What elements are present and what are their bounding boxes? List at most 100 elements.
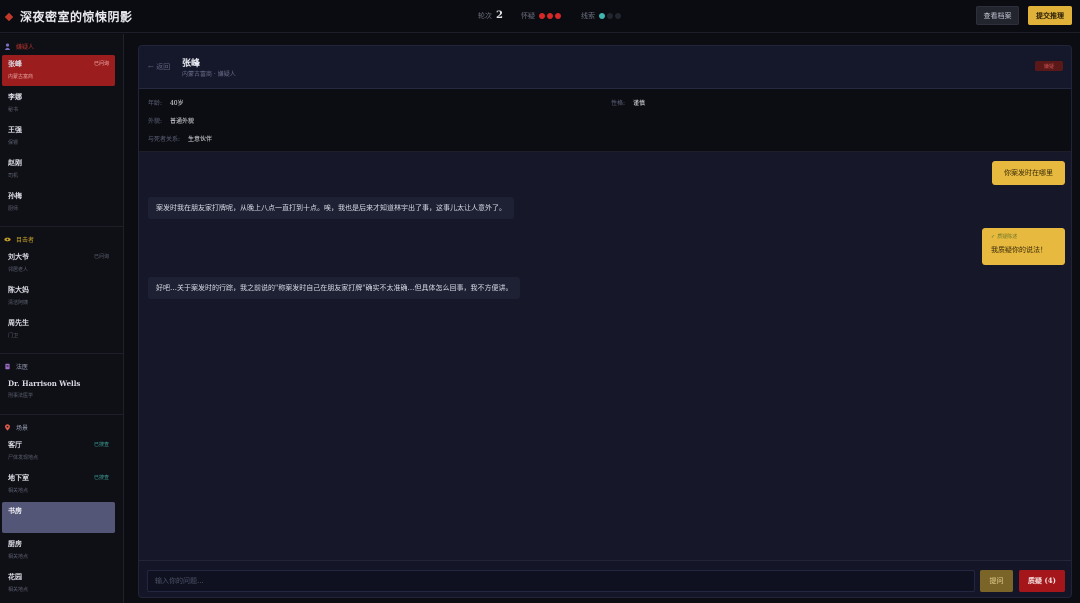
suspect-name: 王强 [8, 125, 22, 134]
forensics-section: 法医 Dr. Harrison Wells 刑事法医学 [0, 354, 123, 415]
appearance-label: 外貌: [148, 118, 163, 125]
challenge-tag: ✓ 质疑陈述 [991, 233, 1065, 240]
appearance-row: 外貌: 普通外貌 [148, 116, 194, 125]
suspect-role: 司机 [8, 173, 19, 179]
scenes-header: 场景 [0, 415, 123, 436]
app-title: 深夜密室的惊悚阴影 [20, 10, 133, 24]
turns-label: 轮次 [478, 11, 492, 20]
scene-name: 花园 [8, 572, 22, 581]
character-role: 内蒙古富商 · 嫌疑人 [182, 71, 236, 78]
scene-item-kitchen[interactable]: 厨房 相关地点 [2, 535, 115, 566]
forensic-name: Dr. Harrison Wells [8, 379, 81, 388]
npc-message: 好吧…关于案发时的行踪，我之前说的"称案发时自己在朋友家打牌"确实不太准确…但具… [148, 277, 521, 299]
scene-desc: 相关地点 [8, 554, 29, 560]
submit-deduction-button[interactable]: 提交推理 [1028, 6, 1072, 25]
scene-item-basement[interactable]: 地下室 相关地点 已搜查 [2, 469, 115, 500]
searched-tag: 已搜查 [93, 442, 109, 448]
relation-label: 与死者关系: [148, 136, 181, 143]
suspect-name: 李娜 [8, 92, 22, 101]
interrogation-panel: ← 返回 张峰 内蒙古富商 · 嫌疑人 嫌疑 年龄: 40岁 性格: 谨慎 外貌… [138, 45, 1072, 598]
age-row: 年龄: 40岁 [148, 98, 184, 107]
suspect-name: 赵刚 [8, 158, 22, 167]
top-bar: 深夜密室的惊悚阴影 轮次 2 怀疑 线索 查看档案 提交推理 [0, 0, 1080, 33]
suspect-name: 孙梅 [8, 191, 22, 200]
suspect-role: 秘书 [8, 107, 19, 113]
player-message: 你案发时在哪里 [992, 161, 1065, 185]
age-label: 年龄: [148, 100, 163, 107]
location-pin-icon [5, 424, 10, 431]
suspect-role: 厨师 [8, 206, 19, 212]
check-icon: ✓ [991, 234, 996, 240]
forensics-title: 法医 [16, 364, 29, 371]
brand: 深夜密室的惊悚阴影 [4, 8, 133, 25]
panel-header: ← 返回 张峰 内蒙古富商 · 嫌疑人 嫌疑 [139, 46, 1071, 89]
witness-name: 周先生 [8, 318, 29, 327]
scene-name: 厨房 [8, 539, 22, 548]
suspicion-label: 怀疑 [520, 11, 535, 20]
relation-row: 与死者关系: 生意伙伴 [148, 134, 212, 143]
challenge-tag-text: 质疑陈述 [997, 234, 1018, 240]
scene-item-study[interactable]: 书房 [2, 502, 115, 533]
ask-button[interactable]: 提问 [980, 570, 1013, 592]
suspect-item-wangqiang[interactable]: 王强 保镖 [2, 121, 115, 152]
app-root: 深夜密室的惊悚阴影 轮次 2 怀疑 线索 查看档案 提交推理 嫌疑人 张峰 内蒙… [0, 0, 1080, 603]
suspect-item-zhangfeng[interactable]: 张峰 内蒙古富商 已问询 [2, 55, 115, 86]
witness-role: 门卫 [8, 333, 19, 339]
report-icon [5, 363, 10, 370]
searched-tag: 已搜查 [93, 475, 109, 481]
scene-item-living-room[interactable]: 客厅 尸体发现地点 已搜查 [2, 436, 115, 467]
suspects-header: 嫌疑人 [0, 34, 123, 55]
forensic-item-wells[interactable]: Dr. Harrison Wells 刑事法医学 [2, 375, 115, 406]
scene-item-garden[interactable]: 花园 相关地点 [2, 568, 115, 599]
suspect-item-zhaogang[interactable]: 赵刚 司机 [2, 154, 115, 185]
witnesses-header: 目击者 [0, 227, 123, 248]
suspect-role: 内蒙古富商 [8, 74, 34, 80]
character-name: 张峰 [182, 59, 201, 69]
suspicion-stat: 怀疑 [521, 11, 563, 21]
question-input[interactable] [147, 570, 975, 592]
view-file-button[interactable]: 查看档案 [976, 6, 1019, 25]
turns-value: 2 [496, 10, 503, 21]
relation-value: 生意伙伴 [187, 136, 212, 143]
forensic-role: 刑事法医学 [8, 393, 34, 399]
scenes-title: 场景 [16, 425, 29, 432]
witness-item-liudaye[interactable]: 刘大爷 邻居老人 已问询 [2, 248, 115, 279]
player-challenge-message: ✓ 质疑陈述 我质疑你的说法！ [982, 228, 1065, 265]
npc-message: 案发时我在朋友家打牌呢，从晚上八点一直打到十点。唉，我也是后来才知道林宇出了事，… [148, 197, 514, 219]
witness-item-chendama[interactable]: 陈大妈 清洁阿姨 [2, 281, 115, 312]
suspects-section: 嫌疑人 张峰 内蒙古富商 已问询 李娜 秘书 王强 保镖 赵刚 司机 孙梅 厨师 [0, 34, 123, 227]
witnesses-section: 目击者 刘大爷 邻居老人 已问询 陈大妈 清洁阿姨 周先生 门卫 [0, 227, 123, 354]
witness-role: 邻居老人 [8, 267, 29, 273]
chat-log: 你案发时在哪里 案发时我在朋友家打牌呢，从晚上八点一直打到十点。唉，我也是后来才… [139, 152, 1071, 560]
back-button[interactable]: ← 返回 [148, 62, 170, 72]
witness-name: 陈大妈 [8, 285, 29, 294]
suspect-badge: 嫌疑 [1035, 61, 1063, 71]
personality-value: 谨慎 [632, 100, 645, 107]
challenge-button[interactable]: 质疑 (4) [1019, 570, 1065, 592]
person-icon [4, 43, 11, 50]
witnesses-title: 目击者 [16, 237, 35, 244]
suspicion-dot [554, 12, 561, 19]
clue-dot-empty [614, 12, 621, 19]
sidebar: 嫌疑人 张峰 内蒙古富商 已问询 李娜 秘书 王强 保镖 赵刚 司机 孙梅 厨师 [0, 34, 124, 603]
scene-name: 书房 [8, 506, 22, 515]
challenge-text: 我质疑你的说法！ [991, 246, 1047, 254]
clues-label: 线索 [580, 11, 595, 20]
forensics-header: 法医 [0, 354, 123, 375]
top-actions: 查看档案 提交推理 [976, 6, 1072, 25]
suspect-item-lina[interactable]: 李娜 秘书 [2, 88, 115, 119]
diamond-logo-icon [4, 12, 14, 21]
age-value: 40岁 [169, 100, 184, 107]
game-stats: 轮次 2 怀疑 线索 [478, 10, 641, 21]
turns-stat: 轮次 2 [478, 10, 503, 21]
clue-dot-filled [598, 12, 605, 19]
scene-desc: 尸体发现地点 [8, 455, 39, 461]
suspect-item-sunmei[interactable]: 孙梅 厨师 [2, 187, 115, 218]
clue-dot-empty [606, 12, 613, 19]
witness-item-zhouxiansheng[interactable]: 周先生 门卫 [2, 314, 115, 345]
eye-icon [4, 237, 11, 242]
suspects-title: 嫌疑人 [16, 44, 35, 51]
clues-stat: 线索 [581, 11, 623, 21]
input-bar: 提问 质疑 (4) [139, 560, 1071, 597]
suspicion-dot [538, 12, 545, 19]
